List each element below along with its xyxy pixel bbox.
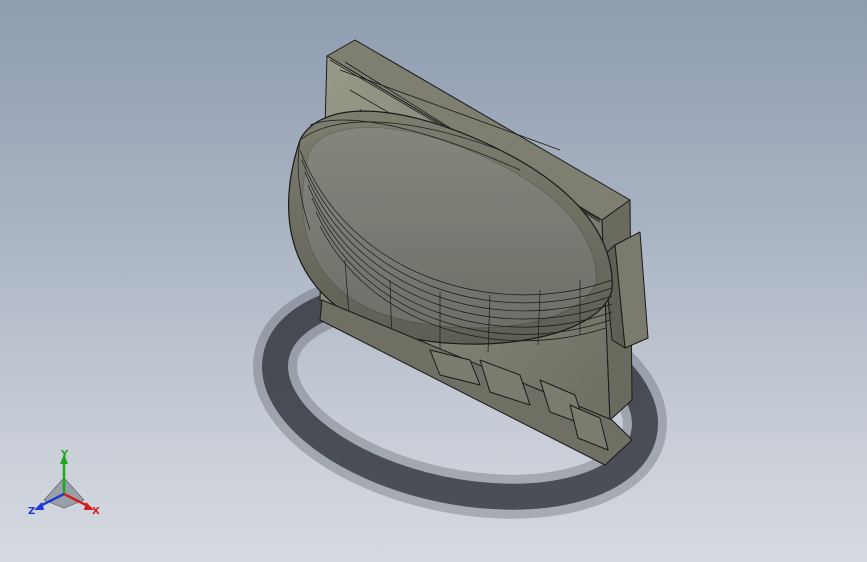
graphics-viewport[interactable] [0,0,867,562]
coordinate-triad: Y X Z [28,449,100,517]
z-axis-label: Z [28,506,35,517]
y-axis-label: Y [60,449,69,460]
x-axis-label: X [92,506,100,517]
fan-shroud-model[interactable] [288,39,649,466]
